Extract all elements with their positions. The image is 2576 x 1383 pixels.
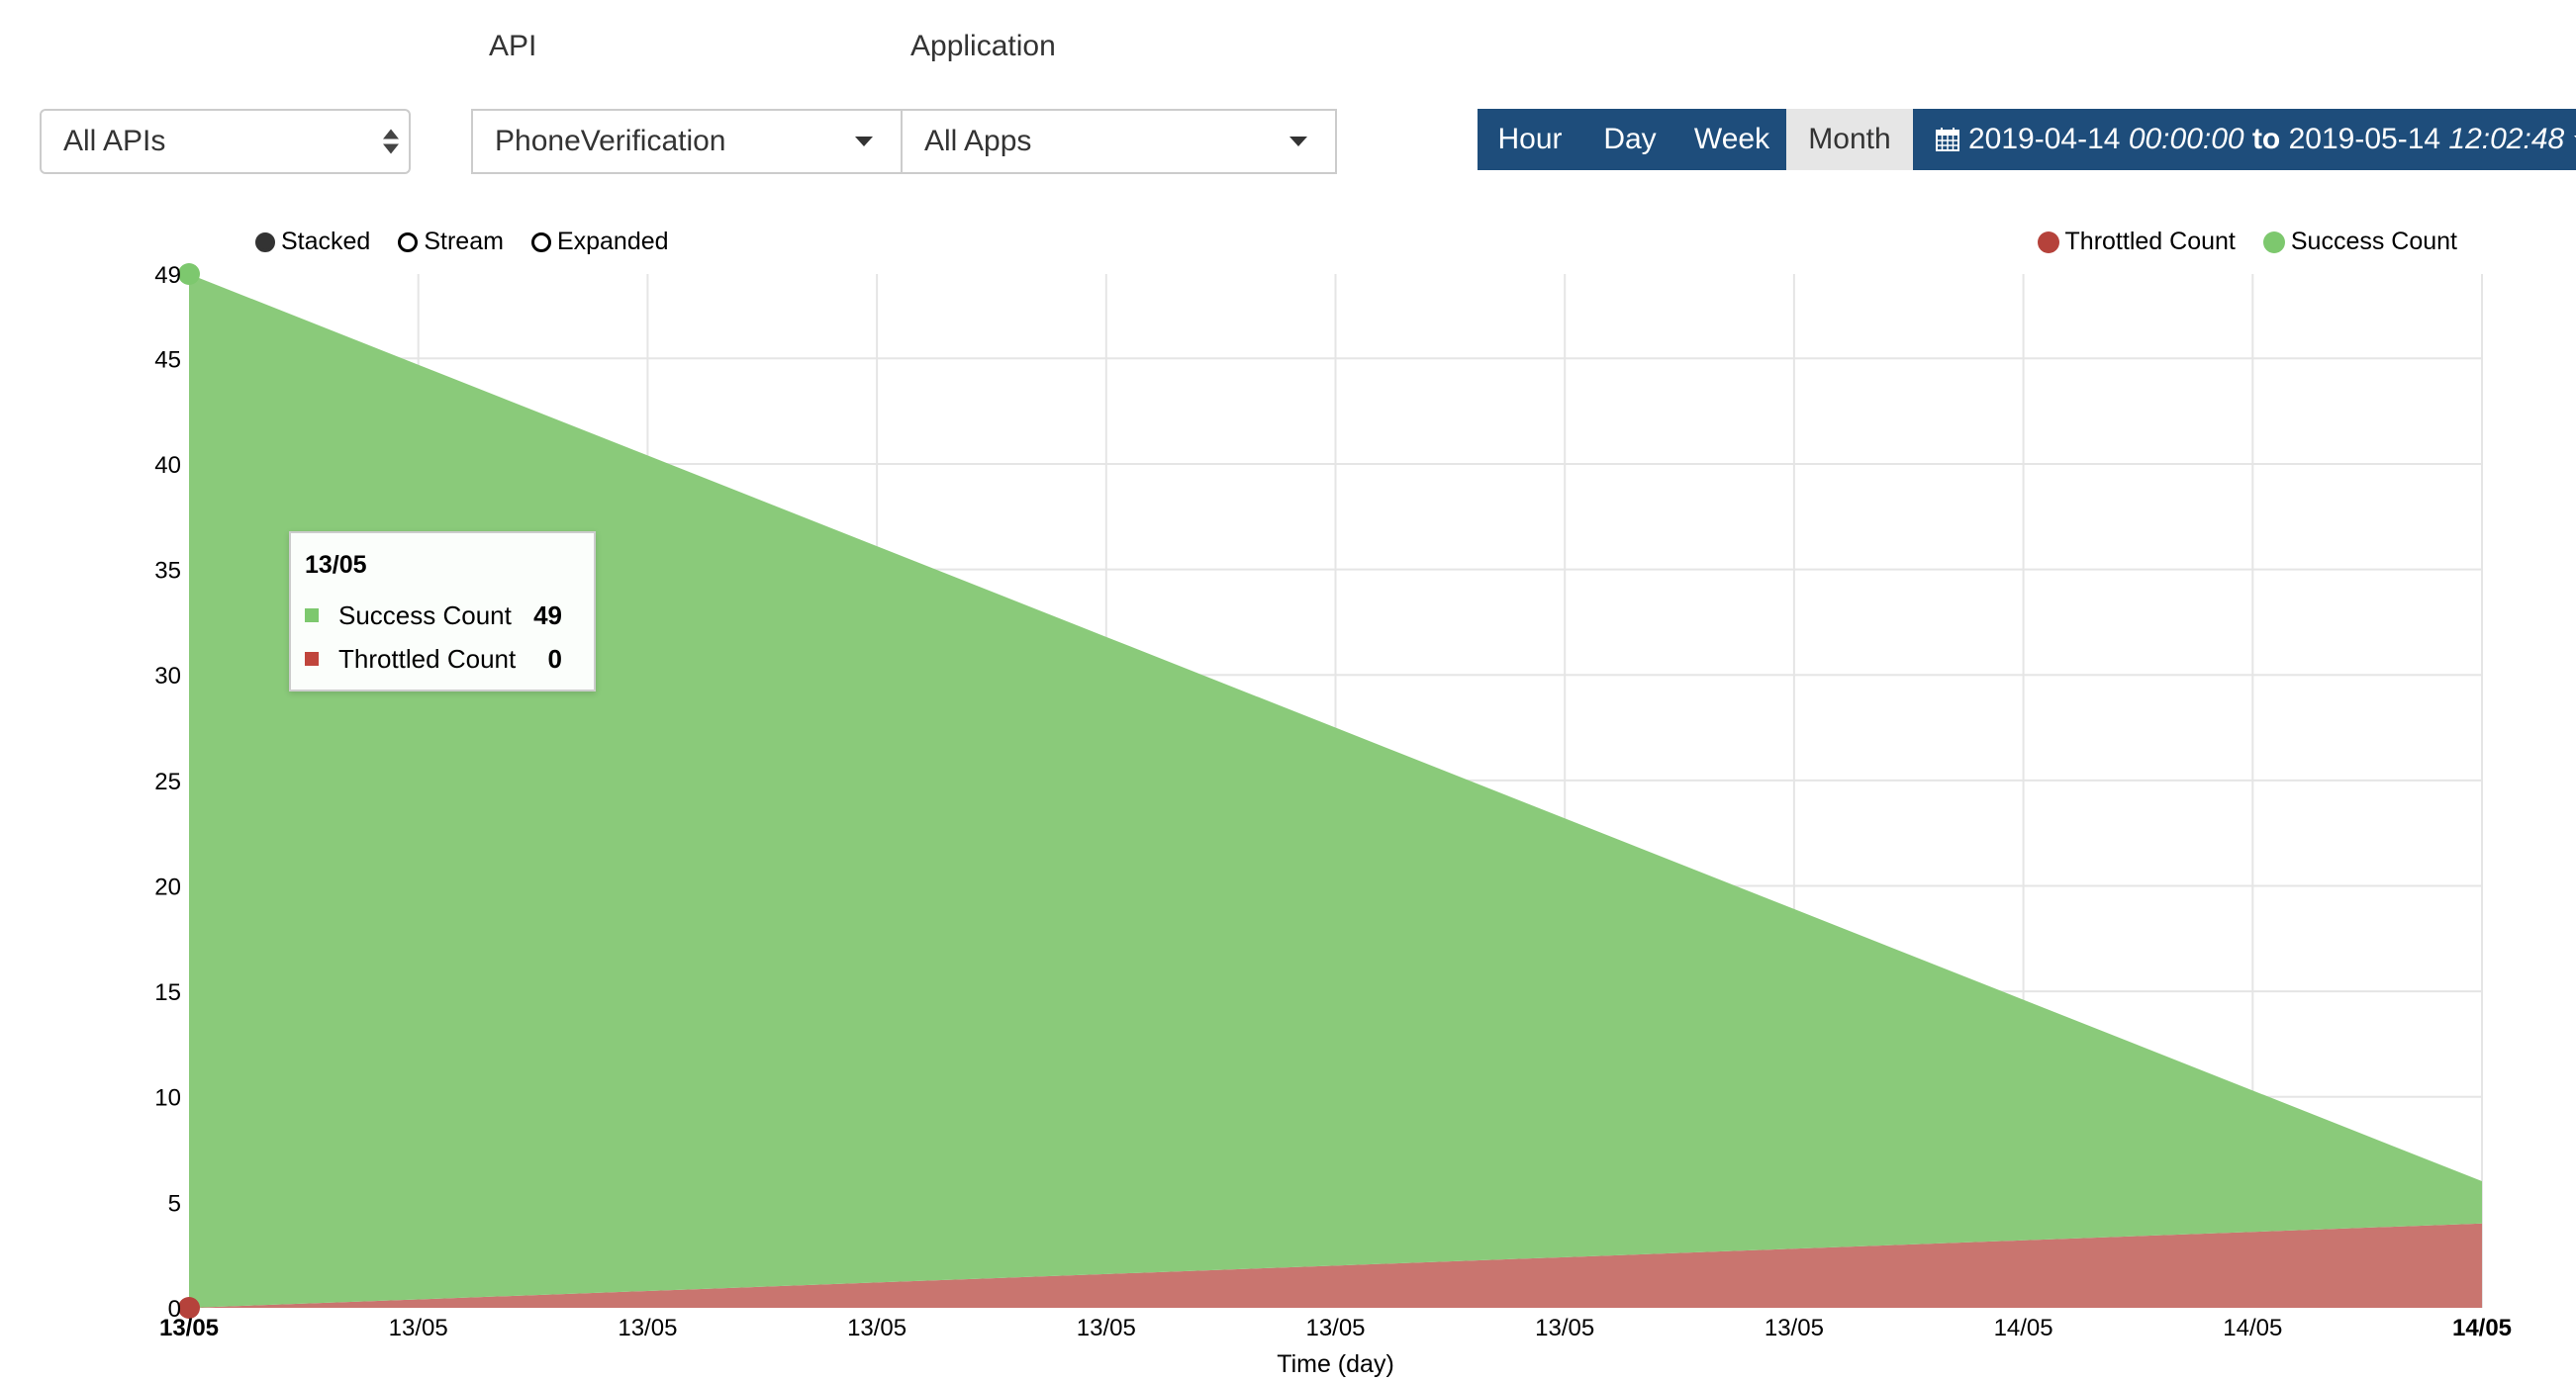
y-tick-label: 25 [154,769,181,795]
tooltip-title: 13/05 [305,551,367,579]
x-tick-label: 13/05 [1305,1315,1365,1341]
data-point-marker [178,263,200,285]
chart-legend: Throttled Count Success Count [2010,228,2457,256]
tooltip-series-value: 49 [533,599,562,630]
tooltip-series-name: Throttled Count [338,643,517,674]
x-tick-label: 13/05 [389,1315,448,1341]
tooltip-row-throttled: Throttled Count 0 [305,637,580,681]
y-tick-label: 15 [154,979,181,1006]
y-tick-label: 30 [154,663,181,690]
tooltip-row-success: Success Count 49 [305,594,580,637]
y-tick-label: 35 [154,558,181,585]
legend-item-success-count[interactable]: Success Count [2262,228,2457,256]
y-tick-label: 49 [154,262,181,289]
x-tick-label: 13/05 [847,1315,906,1341]
view-mode-expanded[interactable]: Expanded [530,228,669,256]
tooltip-series-name: Success Count [338,599,512,630]
x-tick-label: 14/05 [2452,1315,2512,1341]
x-tick-label: 13/05 [159,1315,219,1341]
legend-dot-icon [2037,230,2059,253]
x-axis-title: Time (day) [1277,1350,1394,1378]
legend-dot-icon [2262,230,2285,253]
y-tick-label: 10 [154,1085,181,1112]
view-mode-label: Stacked [281,228,371,255]
x-tick-label: 13/05 [1077,1315,1136,1341]
x-tick-label: 13/05 [618,1315,677,1341]
radio-empty-icon [530,231,551,252]
x-tick-label: 13/05 [1765,1315,1824,1341]
view-mode-label: Stream [424,228,504,255]
y-tick-label: 5 [168,1190,181,1217]
x-tick-label: 14/05 [2223,1315,2282,1341]
x-tick-label: 13/05 [1535,1315,1594,1341]
legend-label: Success Count [2290,228,2457,255]
tooltip-swatch-icon [305,608,319,622]
chart-tooltip: 13/05 Success Count 49 Throttled Count 0 [289,531,596,692]
legend-item-throttled-count[interactable]: Throttled Count [2037,228,2236,256]
x-tick-label: 14/05 [1994,1315,2053,1341]
radio-filled-icon [255,231,275,252]
radio-empty-icon [398,231,419,252]
view-mode-label: Expanded [556,228,669,255]
tooltip-series-value: 0 [547,643,562,674]
legend-label: Throttled Count [2064,228,2236,255]
tooltip-swatch-icon [305,652,319,666]
view-mode-controls: Stacked Stream Expanded [255,228,697,256]
stacked-area-chart: 0510152025303540454913/05 13/05 13/05 13/05… [154,262,2512,1378]
view-mode-stacked[interactable]: Stacked [255,228,370,256]
y-tick-label: 40 [154,452,181,479]
view-mode-stream[interactable]: Stream [398,228,504,256]
y-tick-label: 45 [154,346,181,373]
y-tick-label: 20 [154,874,181,900]
